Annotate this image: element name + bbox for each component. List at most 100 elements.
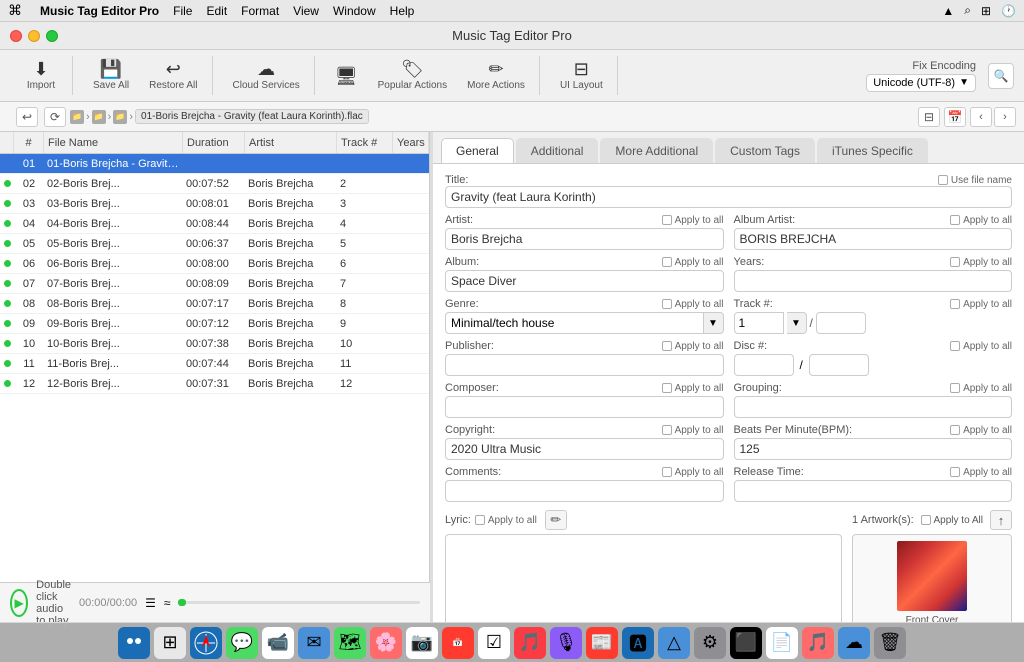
search-icon[interactable]: ⌕	[964, 3, 971, 18]
genre-apply-check[interactable]: Apply to all	[662, 299, 724, 310]
cloud-services-button[interactable]: ☁ Cloud Services	[225, 56, 308, 95]
track-apply-check[interactable]: Apply to all	[950, 299, 1012, 310]
bpm-apply-check[interactable]: Apply to all	[950, 425, 1012, 436]
save-all-button[interactable]: 💾 Save All	[85, 56, 137, 95]
album-input[interactable]	[445, 270, 724, 292]
track-number-input[interactable]	[734, 312, 784, 334]
album-artist-apply-check[interactable]: Apply to all	[950, 215, 1012, 226]
bpm-input[interactable]	[734, 438, 1013, 460]
use-filename-checkbox[interactable]	[938, 175, 948, 185]
dock-trash-icon[interactable]: 🗑	[874, 627, 906, 659]
comments-input[interactable]	[445, 480, 724, 502]
artist-apply-check[interactable]: Apply to all	[662, 215, 724, 226]
composer-apply-check[interactable]: Apply to all	[662, 383, 724, 394]
player-waveform-icon[interactable]: ≈	[164, 596, 171, 610]
disc-total-input[interactable]	[809, 354, 869, 376]
years-apply-check[interactable]: Apply to all	[950, 257, 1012, 268]
nav-next-button[interactable]: ›	[994, 107, 1016, 127]
player-progress-handle[interactable]	[178, 599, 186, 606]
tab-additional[interactable]: Additional	[516, 138, 599, 163]
dock-podcasts-icon[interactable]: 🎙	[550, 627, 582, 659]
menu-edit[interactable]: Edit	[206, 4, 227, 18]
dock-finder-icon[interactable]	[118, 627, 150, 659]
tab-custom-tags[interactable]: Custom Tags	[715, 138, 815, 163]
artist-input[interactable]	[445, 228, 724, 250]
tab-itunes-specific[interactable]: iTunes Specific	[817, 138, 928, 163]
track-dropdown-button[interactable]: ▼	[787, 312, 807, 334]
track-checkbox[interactable]	[950, 299, 960, 309]
back-icon-btn[interactable]: ↩	[16, 107, 38, 127]
lyric-checkbox[interactable]	[475, 515, 485, 525]
album-artist-input[interactable]	[734, 228, 1013, 250]
disc-apply-check[interactable]: Apply to all	[950, 341, 1012, 352]
menu-view[interactable]: View	[293, 4, 319, 18]
composer-checkbox[interactable]	[662, 383, 672, 393]
col-filename-header[interactable]: File Name	[44, 132, 183, 153]
table-row[interactable]: 09 09-Boris Brej... 00:07:12 Boris Brejc…	[0, 314, 429, 334]
lyric-apply-check[interactable]: Apply to all	[475, 515, 537, 526]
restore-all-button[interactable]: ↩ Restore All	[141, 56, 205, 95]
table-row[interactable]: 06 06-Boris Brej... 00:08:00 Boris Brejc…	[0, 254, 429, 274]
dock-launchpad-icon[interactable]: ⊞	[154, 627, 186, 659]
table-row[interactable]: 10 10-Boris Brej... 00:07:38 Boris Brejc…	[0, 334, 429, 354]
col-years-header[interactable]: Years	[393, 132, 429, 153]
more-actions-button[interactable]: ✏ More Actions	[459, 56, 533, 95]
bpm-checkbox[interactable]	[950, 425, 960, 435]
disc-input[interactable]	[734, 354, 794, 376]
calendar-icon-btn[interactable]: 📅	[944, 107, 966, 127]
artist-checkbox[interactable]	[662, 215, 672, 225]
album-apply-check[interactable]: Apply to all	[662, 257, 724, 268]
tab-general[interactable]: General	[441, 138, 514, 163]
release-time-input[interactable]	[734, 480, 1013, 502]
table-row[interactable]: 07 07-Boris Brej... 00:08:09 Boris Brejc…	[0, 274, 429, 294]
toolbar-search-button[interactable]: 🔍	[988, 63, 1014, 89]
player-list-icon[interactable]: ☰	[145, 596, 156, 610]
file-list-body[interactable]: 01 01-Boris Brejcha - Gravity (feat Laur…	[0, 154, 429, 596]
lyric-textarea[interactable]	[445, 534, 842, 622]
dock-maps2-icon[interactable]: △	[658, 627, 690, 659]
dock-appstore-icon[interactable]: 🅰	[622, 627, 654, 659]
table-row[interactable]: 04 04-Boris Brej... 00:08:44 Boris Brejc…	[0, 214, 429, 234]
dock-maps-icon[interactable]: 🗺	[334, 627, 366, 659]
genre-checkbox[interactable]	[662, 299, 672, 309]
apple-menu[interactable]: ⌘	[8, 2, 22, 19]
grouping-apply-check[interactable]: Apply to all	[950, 383, 1012, 394]
copyright-checkbox[interactable]	[662, 425, 672, 435]
dock-facetime2-icon[interactable]: 📷	[406, 627, 438, 659]
composer-input[interactable]	[445, 396, 724, 418]
table-row[interactable]: 12 12-Boris Brej... 00:07:31 Boris Brejc…	[0, 374, 429, 394]
lyric-edit-button[interactable]: ✏	[545, 510, 567, 530]
minimize-button[interactable]	[28, 30, 40, 42]
dock-music-icon[interactable]: 🎵	[514, 627, 546, 659]
dock-messages-icon[interactable]: 💬	[226, 627, 258, 659]
grouping-input[interactable]	[734, 396, 1013, 418]
comments-checkbox[interactable]	[662, 467, 672, 477]
dock-reminders-icon[interactable]: ☑	[478, 627, 510, 659]
copyright-input[interactable]	[445, 438, 724, 460]
artwork-upload-button[interactable]: ↑	[990, 510, 1012, 530]
menu-format[interactable]: Format	[241, 4, 279, 18]
years-input[interactable]	[734, 270, 1013, 292]
album-artist-checkbox[interactable]	[950, 215, 960, 225]
table-row[interactable]: 08 08-Boris Brej... 00:07:17 Boris Brejc…	[0, 294, 429, 314]
release-time-checkbox[interactable]	[950, 467, 960, 477]
album-checkbox[interactable]	[662, 257, 672, 267]
table-row[interactable]: 01 01-Boris Brejcha - Gravity (feat Laur…	[0, 154, 429, 174]
genre-dropdown-button[interactable]: ▼	[704, 312, 724, 334]
copyright-apply-check[interactable]: Apply to all	[662, 425, 724, 436]
grouping-checkbox[interactable]	[950, 383, 960, 393]
columns-icon-btn[interactable]: ⊟	[918, 107, 940, 127]
play-button[interactable]: ▶	[10, 589, 28, 617]
popular-actions-button[interactable]: 🏷 Popular Actions	[370, 56, 456, 95]
close-button[interactable]	[10, 30, 22, 42]
col-track-header[interactable]: Track #	[337, 132, 393, 153]
release-time-apply-check[interactable]: Apply to all	[950, 467, 1012, 478]
dock-mail-icon[interactable]: ✉	[298, 627, 330, 659]
dock-facetime-icon[interactable]: 📹	[262, 627, 294, 659]
dock-cloud-icon[interactable]: ☁	[838, 627, 870, 659]
table-row[interactable]: 05 05-Boris Brej... 00:06:37 Boris Brejc…	[0, 234, 429, 254]
dock-terminal-icon[interactable]: ⬛	[730, 627, 762, 659]
dock-settings-icon[interactable]: ⚙	[694, 627, 726, 659]
tab-more-additional[interactable]: More Additional	[600, 138, 713, 163]
maximize-button[interactable]	[46, 30, 58, 42]
